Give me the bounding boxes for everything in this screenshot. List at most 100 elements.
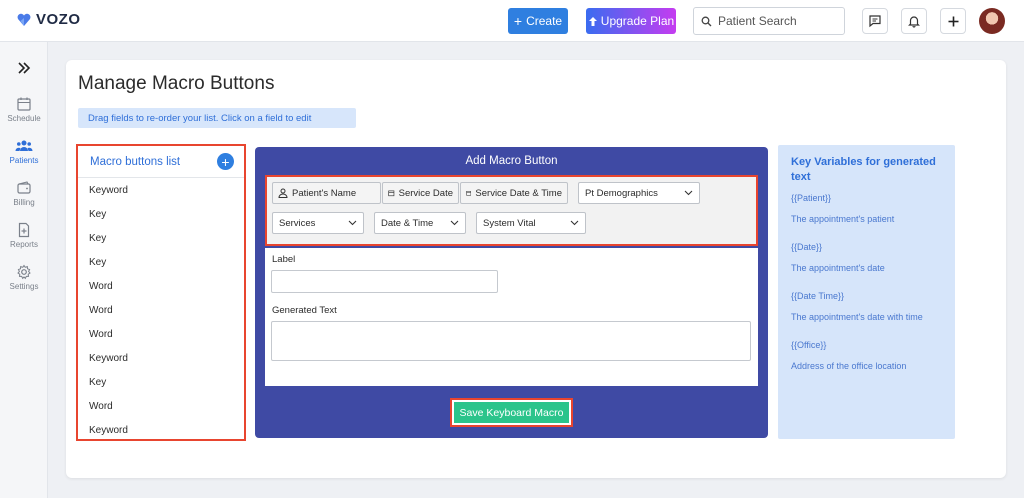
key-variables-panel: Key Variables for generated text {{Patie… (778, 145, 955, 439)
chevron-down-icon (570, 220, 579, 226)
select-value: Services (279, 217, 316, 229)
macro-list-item[interactable]: Word (78, 298, 244, 322)
macro-items: Keyword Key Key Key Word Word Word Keyword Key Wo… (78, 178, 244, 442)
patients-icon (15, 140, 33, 151)
macro-list-item[interactable]: Word (78, 322, 244, 346)
bell-icon (908, 16, 920, 28)
chat-icon (869, 15, 881, 28)
page-title: Manage Macro Buttons (78, 73, 275, 94)
sidebar-item-schedule[interactable]: Schedule (0, 96, 48, 123)
calendar-icon (17, 97, 31, 111)
key-variables-title: Key Variables for generated text (791, 156, 936, 183)
chevron-down-icon (348, 220, 357, 226)
key-variable-entry: {{Office}} Address of the office location (791, 340, 942, 373)
select-value: System Vital (483, 217, 536, 229)
save-button-label: Save Keyboard Macro (454, 402, 569, 423)
patient-name-chip[interactable]: Patient's Name (272, 182, 381, 204)
sidebar: Schedule Patients Billing Reports Settin… (0, 42, 48, 498)
generated-text-label: Generated Text (272, 305, 337, 316)
pt-demographics-select[interactable]: Pt Demographics (578, 182, 700, 204)
plus-icon (948, 16, 958, 26)
search-icon (701, 16, 712, 26)
sidebar-item-label: Schedule (7, 114, 41, 123)
select-value: Date & Time (381, 217, 434, 229)
upgrade-label: Upgrade Plan (600, 14, 675, 28)
macro-list-item[interactable]: Keyword (78, 178, 244, 202)
macro-list-item[interactable]: Key (78, 250, 244, 274)
notifications-button[interactable] (901, 8, 927, 34)
key-variable-entry: {{Patient}} The appointment's patient (791, 193, 942, 226)
main-card: Manage Macro Buttons Drag fields to re-o… (66, 60, 1006, 478)
key-variable-name: {{Date Time}} (791, 291, 845, 301)
key-variable-description: The appointment's patient (791, 214, 895, 224)
report-icon (18, 222, 30, 238)
service-date-chip[interactable]: Service Date (382, 182, 459, 204)
chip-label: Service Date & Time (475, 187, 562, 199)
chip-label: Service Date (398, 187, 453, 199)
macro-list-item[interactable]: Key (78, 370, 244, 394)
user-icon (278, 188, 288, 198)
key-variable-name: {{Office}} (791, 340, 827, 350)
top-bar: VOZO + Create Upgrade Plan (0, 0, 1024, 42)
sidebar-item-label: Billing (13, 198, 35, 207)
sidebar-item-settings[interactable]: Settings (0, 264, 48, 291)
wallet-icon (17, 181, 31, 194)
key-variables-list: {{Patient}} The appointment's patient {{Da… (791, 193, 942, 373)
chevron-down-icon (684, 190, 693, 196)
key-variable-description: The appointment's date (791, 263, 885, 273)
user-avatar[interactable] (979, 8, 1005, 34)
key-variable-description: The appointment's date with time (791, 312, 923, 322)
add-macro-panel: Add Macro Button Patient's Name Service … (255, 147, 768, 438)
macro-list-item[interactable]: Keyword (78, 418, 244, 442)
macro-list-item[interactable]: Word (78, 274, 244, 298)
sidebar-item-label: Reports (9, 240, 38, 249)
field-chips-box: Patient's Name Service Date Service Date… (265, 175, 758, 246)
select-value: Pt Demographics (585, 187, 658, 199)
calendar-icon (466, 190, 472, 196)
chip-label: Patient's Name (292, 187, 357, 199)
brand-name: VOZO (36, 11, 81, 28)
plus-icon: + (513, 13, 523, 29)
create-label: Create (526, 14, 563, 28)
double-chevron-right-icon[interactable] (16, 60, 32, 76)
add-macro-title: Add Macro Button (465, 155, 558, 167)
add-button[interactable] (940, 8, 966, 34)
heart-logo-icon (17, 13, 31, 26)
sidebar-item-reports[interactable]: Reports (0, 222, 48, 249)
macro-list-item[interactable]: Key (78, 202, 244, 226)
brand-logo[interactable]: VOZO (16, 11, 81, 28)
macro-list-title: Macro buttons list (90, 155, 181, 168)
sidebar-item-billing[interactable]: Billing (0, 180, 48, 207)
macro-form: Label Generated Text (265, 248, 758, 386)
create-button[interactable]: + Create (508, 8, 568, 34)
messages-button[interactable] (862, 8, 888, 34)
reorder-hint: Drag fields to re-order your list. Click… (78, 108, 356, 128)
macro-list-item[interactable]: Keyword (78, 346, 244, 370)
chevron-down-icon (450, 220, 459, 226)
sidebar-item-label: Patients (9, 156, 39, 165)
macro-list-item[interactable]: Word (78, 394, 244, 418)
macro-buttons-list: Macro buttons list + Keyword Key Key Key Wor… (76, 144, 246, 441)
label-input[interactable] (271, 270, 498, 293)
arrow-up-icon (588, 16, 597, 26)
services-select[interactable]: Services (272, 212, 364, 234)
system-vital-select[interactable]: System Vital (476, 212, 586, 234)
save-keyboard-macro-button[interactable]: Save Keyboard Macro (450, 398, 573, 427)
plus-icon: + (221, 153, 230, 170)
key-variable-description: Address of the office location (791, 361, 907, 371)
label-field-label: Label (272, 254, 296, 265)
key-variable-name: {{Date}} (791, 242, 823, 252)
date-time-select[interactable]: Date & Time (374, 212, 466, 234)
sidebar-item-patients[interactable]: Patients (0, 138, 48, 165)
add-macro-button[interactable]: + (217, 153, 234, 170)
service-date-time-chip[interactable]: Service Date & Time (460, 182, 568, 204)
macro-list-header: Macro buttons list + (78, 146, 244, 178)
generated-text-input[interactable] (271, 321, 751, 361)
sidebar-item-label: Settings (9, 282, 39, 291)
calendar-icon (388, 190, 395, 197)
patient-search[interactable] (693, 7, 845, 35)
gear-icon (17, 264, 31, 280)
macro-list-item[interactable]: Key (78, 226, 244, 250)
search-input[interactable] (718, 14, 838, 28)
upgrade-plan-button[interactable]: Upgrade Plan (586, 8, 676, 34)
